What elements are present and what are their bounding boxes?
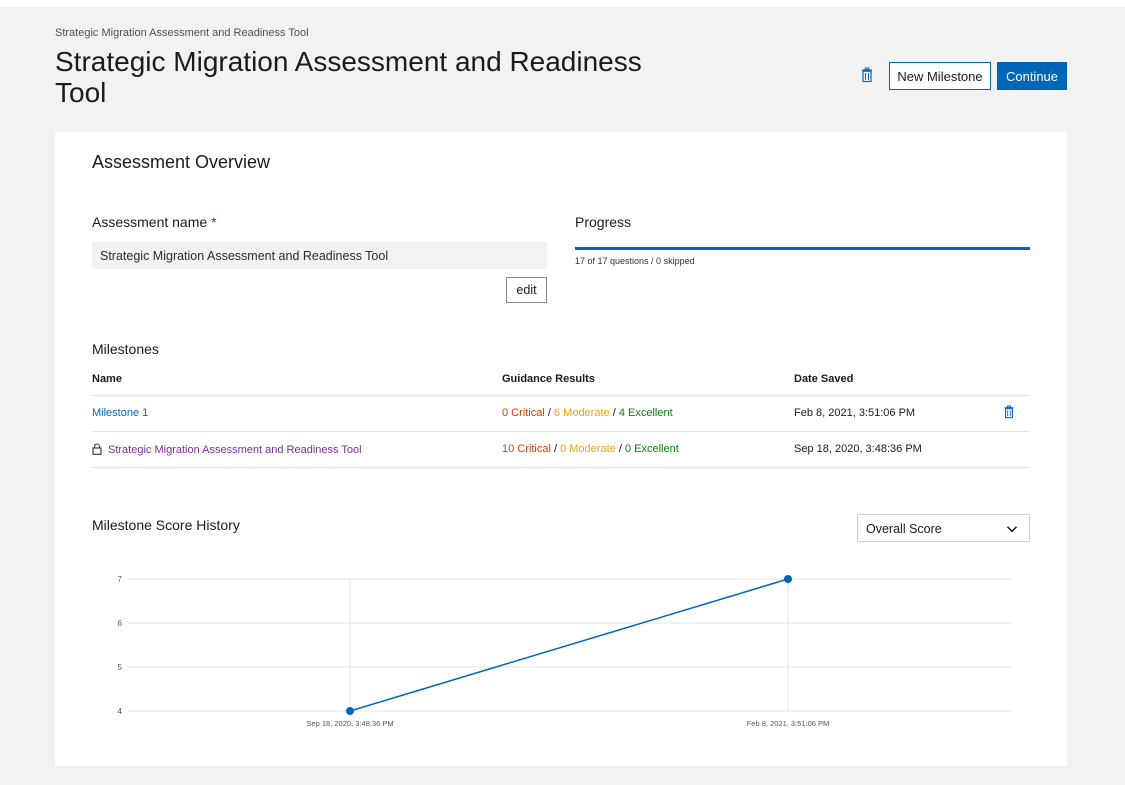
score-history-title: Milestone Score History <box>92 517 240 533</box>
progress-text: 17 of 17 questions / 0 skipped <box>575 256 695 266</box>
excellent-count: 4 Excellent <box>618 407 673 419</box>
assessment-overview-card: Assessment Overview Assessment name * ed… <box>55 132 1067 766</box>
edit-name-button[interactable]: edit <box>506 277 547 303</box>
milestone-link[interactable]: Milestone 1 <box>92 407 148 419</box>
milestone-name-cell: Milestone 1 <box>92 407 148 419</box>
y-tick-label: 6 <box>118 619 123 628</box>
table-row: Strategic Migration Assessment and Readi… <box>92 432 1029 468</box>
table-header: Name Guidance Results Date Saved <box>92 368 1029 396</box>
new-milestone-button[interactable]: New Milestone <box>889 62 991 90</box>
separator: / <box>547 407 551 419</box>
date-saved: Sep 18, 2020, 3:48:36 PM <box>794 443 922 455</box>
milestone-name-cell: Strategic Migration Assessment and Readi… <box>92 443 362 456</box>
data-point <box>346 707 354 715</box>
delete-assessment-button[interactable] <box>859 67 875 83</box>
top-strip <box>0 0 1125 7</box>
trash-icon <box>862 67 872 83</box>
y-tick-label: 7 <box>118 575 123 584</box>
assessment-name-label: Assessment name * <box>92 214 217 230</box>
x-tick-label: Feb 8, 2021, 3:51:06 PM <box>747 719 830 728</box>
series-line <box>349 578 789 712</box>
milestone-link[interactable]: Strategic Migration Assessment and Readi… <box>108 444 362 456</box>
score-history-chart: 4 5 6 7 Sep 18, 2020, 3:48:36 PM Feb 8, 2021,… <box>118 575 1012 728</box>
critical-count: 10 Critical <box>502 443 551 455</box>
separator: / <box>553 443 558 455</box>
moderate-count: 0 Moderate <box>560 443 616 455</box>
milestones-table: Name Guidance Results Date Saved Milesto… <box>92 368 1029 468</box>
column-header-guidance: Guidance Results <box>502 373 595 385</box>
page-title: Strategic Migration Assessment and Readi… <box>55 46 642 108</box>
card-title: Assessment Overview <box>92 152 271 172</box>
progress-label: Progress <box>575 214 632 230</box>
delete-milestone-button[interactable] <box>1002 405 1016 419</box>
lock-icon <box>92 443 102 455</box>
table-row: Milestone 1 0 Critical / 6 Moderate / 4 … <box>92 396 1029 432</box>
chevron-down-icon <box>1006 526 1018 533</box>
separator: / <box>618 443 622 455</box>
select-value: Overall Score <box>866 522 942 536</box>
data-point <box>784 575 792 583</box>
continue-button[interactable]: Continue <box>997 62 1067 90</box>
guidance-results: 10 Critical / 0 Moderate / 0 Excellent <box>502 443 679 455</box>
date-saved: Feb 8, 2021, 3:51:06 PM <box>794 407 916 419</box>
breadcrumb: Strategic Migration Assessment and Readi… <box>55 27 309 39</box>
milestones-title: Milestones <box>92 341 159 357</box>
progress-bar-fill <box>575 247 1030 250</box>
separator: / <box>612 407 616 419</box>
y-tick-label: 5 <box>118 663 123 672</box>
assessment-name-label-text: Assessment name <box>92 214 208 230</box>
trash-icon <box>1004 405 1014 419</box>
moderate-count: 6 Moderate <box>553 407 610 419</box>
excellent-count: 0 Excellent <box>624 443 679 455</box>
guidance-results: 0 Critical / 6 Moderate / 4 Excellent <box>502 407 673 419</box>
critical-count: 0 Critical <box>502 407 545 419</box>
required-mark: * <box>211 214 217 230</box>
assessment-name-field[interactable] <box>92 242 547 269</box>
score-type-select[interactable]: Overall Score <box>857 514 1030 542</box>
column-header-name: Name <box>92 373 122 385</box>
x-tick-label: Sep 18, 2020, 3:48:36 PM <box>306 719 393 728</box>
y-tick-label: 4 <box>118 707 123 716</box>
progress-bar <box>575 247 1030 250</box>
column-header-date: Date Saved <box>794 373 854 385</box>
